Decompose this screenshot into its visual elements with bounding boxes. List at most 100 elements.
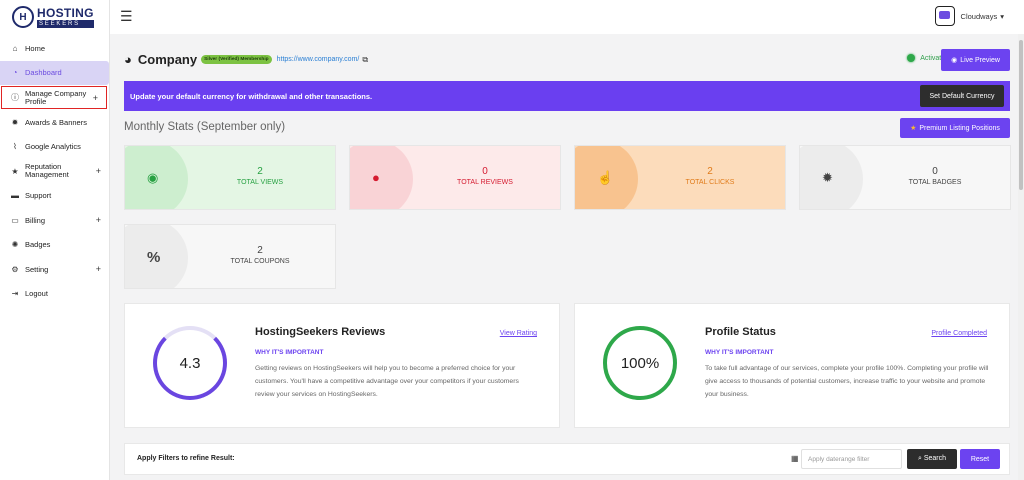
- expand-plus-icon[interactable]: +: [93, 93, 98, 103]
- currency-banner: Update your default currency for withdra…: [124, 81, 1010, 111]
- filter-bar: Apply Filters to refine Result: ▦ ⌕ Sear…: [124, 443, 1010, 475]
- stat-label: TOTAL REVIEWS: [457, 179, 513, 186]
- sidebar-item-label: Setting: [25, 264, 49, 274]
- sidebar-item-support[interactable]: ▬ Support: [0, 184, 109, 209]
- comment-icon: ●: [372, 170, 380, 185]
- main-content: ◕ Company Silver (Verified) Membership h…: [110, 34, 1024, 480]
- info-icon: ⓘ: [11, 93, 19, 102]
- search-label: Search: [923, 455, 947, 462]
- hamburger-menu-icon[interactable]: ☰: [120, 8, 133, 25]
- home-icon: ⌂: [12, 43, 18, 53]
- certificate-icon: ✹: [822, 170, 833, 185]
- top-bar: [110, 0, 1024, 34]
- stat-blob: [350, 146, 413, 209]
- set-default-currency-button[interactable]: Set Default Currency: [920, 85, 1004, 107]
- dashboard-icon: ◔: [12, 68, 18, 78]
- profile-percent: 100%: [620, 354, 660, 372]
- sidebar-item-logout[interactable]: ⇥ Logout: [0, 282, 109, 307]
- profile-description: To take full advantage of our services, …: [705, 365, 989, 398]
- rating-score: 4.3: [179, 354, 201, 372]
- stat-label: TOTAL VIEWS: [236, 179, 284, 186]
- profile-subtitle: WHY IT'S IMPORTANT: [705, 349, 774, 356]
- award-icon: ✹: [11, 117, 19, 127]
- stat-card-clicks: ☝ 2 TOTAL CLICKS: [574, 145, 786, 210]
- sidebar-item-manage-company-profile[interactable]: ⓘ Manage Company Profile +: [1, 86, 107, 109]
- badge-icon: ✺: [11, 240, 19, 250]
- sidebar-item-label: Google Analytics: [25, 142, 81, 152]
- gauge-icon: ◕: [124, 52, 132, 67]
- calendar-icon: ▦: [791, 454, 799, 463]
- brand-logo[interactable]: H HOSTING SEEKERS: [0, 0, 109, 34]
- stat-card-views: ◉ 2 TOTAL VIEWS: [124, 145, 336, 210]
- expand-plus-icon[interactable]: +: [96, 215, 101, 225]
- sidebar-item-label: Badges: [25, 240, 51, 250]
- stat-value: 0: [482, 166, 488, 177]
- company-url-link[interactable]: https://www.company.com/: [277, 56, 360, 63]
- sidebar-item-label: Billing: [25, 215, 46, 225]
- sidebar-nav: ⌂ Home ◔ Dashboard ⓘ Manage Company Prof…: [0, 36, 109, 306]
- eye-icon: ◉: [147, 170, 159, 185]
- premium-label: Premium Listing Positions: [919, 124, 1000, 132]
- search-button[interactable]: ⌕ Search: [907, 449, 957, 469]
- profile-status-title: Profile Status: [705, 326, 776, 338]
- gear-icon: ⚙: [11, 264, 19, 274]
- percent-icon: %: [147, 249, 161, 266]
- chevron-down-icon: ▾: [1000, 11, 1004, 21]
- stat-card-badges: ✹ 0 TOTAL BADGES: [799, 145, 1011, 210]
- search-icon: ⌕: [917, 455, 922, 462]
- profile-progress-ring: 100%: [603, 326, 677, 400]
- premium-listing-button[interactable]: ★ Premium Listing Positions: [900, 118, 1010, 138]
- reviews-title: HostingSeekers Reviews: [255, 326, 386, 338]
- user-name: Cloudways: [960, 11, 998, 21]
- profile-status-card: 100% Profile Status Profile Completed WH…: [574, 303, 1010, 428]
- stat-label: TOTAL BADGES: [908, 179, 962, 186]
- external-link-icon[interactable]: ⧉: [362, 55, 368, 65]
- live-preview-button[interactable]: ◉ Live Preview: [941, 49, 1010, 71]
- reset-button[interactable]: Reset: [960, 449, 1000, 469]
- view-rating-link[interactable]: View Rating: [500, 330, 537, 337]
- support-icon: ▬: [11, 191, 19, 201]
- live-preview-label: Live Preview: [960, 56, 1000, 64]
- rating-ring: 4.3: [153, 326, 227, 400]
- sidebar-item-badges[interactable]: ✺ Badges: [0, 233, 109, 258]
- logo-tagline: SEEKERS: [37, 19, 94, 28]
- stat-value: 2: [707, 166, 713, 177]
- monthly-stats-title: Monthly Stats (September only): [124, 121, 286, 133]
- sidebar-item-label: Home: [25, 43, 46, 53]
- user-avatar-icon: [934, 6, 955, 26]
- star-icon: ★: [11, 166, 19, 176]
- reviews-subtitle: WHY IT'S IMPORTANT: [255, 349, 324, 356]
- stat-card-coupons: % 2 TOTAL COUPONS: [124, 224, 336, 289]
- logout-icon: ⇥: [11, 289, 19, 299]
- profile-completed-link[interactable]: Profile Completed: [931, 330, 987, 337]
- sidebar-item-label: Support: [25, 191, 52, 201]
- eye-icon: ◉: [951, 57, 958, 64]
- user-menu[interactable]: Cloudways ▾: [934, 6, 1004, 26]
- sidebar-item-awards-banners[interactable]: ✹ Awards & Banners: [0, 110, 109, 135]
- sidebar-item-dashboard[interactable]: ◔ Dashboard: [0, 60, 109, 85]
- sidebar-item-home[interactable]: ⌂ Home: [0, 36, 109, 61]
- daterange-input[interactable]: [801, 449, 902, 469]
- sidebar-item-label: Manage Company Profile: [25, 88, 87, 106]
- sidebar-item-label: Awards & Banners: [25, 117, 87, 127]
- sidebar-item-setting[interactable]: ⚙ Setting +: [0, 257, 109, 282]
- sidebar-item-label: Dashboard: [25, 68, 62, 78]
- expand-plus-icon[interactable]: +: [96, 166, 101, 176]
- membership-badge: Silver (Verified) Membership: [201, 55, 272, 64]
- expand-plus-icon[interactable]: +: [96, 264, 101, 274]
- page-title: Company: [137, 52, 198, 67]
- stat-card-reviews: ● 0 TOTAL REVIEWS: [349, 145, 561, 210]
- pointer-icon: ☝: [597, 170, 614, 185]
- billing-icon: ▭: [11, 215, 19, 225]
- reviews-card: 4.3 HostingSeekers Reviews View Rating W…: [124, 303, 560, 428]
- sidebar-item-google-analytics[interactable]: ⌇ Google Analytics: [0, 135, 109, 160]
- stat-value: 2: [257, 166, 263, 177]
- sidebar-item-reputation-management[interactable]: ★ Reputation Management +: [0, 159, 109, 184]
- stat-label: TOTAL CLICKS: [685, 179, 735, 186]
- sidebar-item-label: Logout: [25, 289, 48, 299]
- status-dot-icon: [907, 54, 916, 62]
- sidebar-item-billing[interactable]: ▭ Billing +: [0, 208, 109, 233]
- stat-value: 2: [257, 245, 263, 256]
- sidebar-item-label: Reputation Management: [25, 162, 69, 180]
- logo-name: HOSTING: [37, 5, 94, 20]
